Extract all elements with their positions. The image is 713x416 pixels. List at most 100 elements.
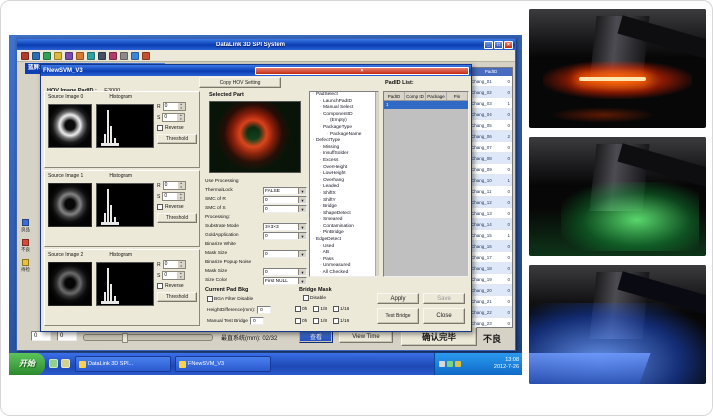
spinner-arrows-icon[interactable]: ▴▾ <box>178 103 185 110</box>
chevron-down-icon[interactable]: ▼ <box>298 188 306 194</box>
processing-dropdown[interactable]: 0 ▼ <box>263 250 307 258</box>
result-row[interactable]: Chang_09 0 <box>470 164 512 175</box>
result-row[interactable]: Chang_19 0 <box>470 274 512 285</box>
manual-test-field[interactable]: 0 <box>250 317 264 325</box>
result-row[interactable]: Chang_16 0 <box>470 241 512 252</box>
chevron-down-icon[interactable]: ▼ <box>298 251 306 257</box>
threshold-button[interactable]: Threshold <box>157 213 197 223</box>
result-row[interactable]: Chang_22 0 <box>470 307 512 318</box>
bridge-mask-checkbox[interactable] <box>295 318 301 324</box>
result-table-header[interactable]: PadID <box>470 68 512 76</box>
result-row[interactable]: Chang_13 0 <box>470 208 512 219</box>
reverse-checkbox[interactable] <box>157 125 163 131</box>
s-value[interactable]: 0 <box>163 272 177 279</box>
tray-icon[interactable] <box>455 361 461 367</box>
chevron-down-icon[interactable]: ▼ <box>298 278 306 284</box>
result-row[interactable]: Chang_07 0 <box>470 142 512 153</box>
spinner-arrows-icon[interactable]: ▴▾ <box>177 272 184 279</box>
taskbar-button[interactable]: FNewSVM_V3 <box>175 356 271 372</box>
reverse-checkbox-row[interactable]: Reverse <box>157 283 199 289</box>
reverse-checkbox[interactable] <box>157 204 163 210</box>
toolbar-icon[interactable] <box>43 52 51 60</box>
toolbar-icon[interactable] <box>98 52 106 60</box>
tree-item[interactable]: ShiftX <box>310 191 378 198</box>
result-row[interactable]: Chang_11 0 <box>470 186 512 197</box>
reverse-checkbox-row[interactable]: Reverse <box>157 125 199 131</box>
s-spinner[interactable]: 0 ▴▾ <box>162 271 185 280</box>
toolbar-icon[interactable] <box>21 52 29 60</box>
spinner-arrows-icon[interactable]: ▴▾ <box>178 182 185 189</box>
r-spinner[interactable]: 0 ▴▾ <box>163 260 186 269</box>
bga-filter-checkbox[interactable] <box>207 296 213 302</box>
taskbar-button[interactable]: DataLink 3D SPI... <box>75 356 171 372</box>
s-value[interactable]: 0 <box>163 114 177 121</box>
chevron-down-icon[interactable]: ▼ <box>298 233 306 239</box>
bridge-mask-option[interactable]: 0h <box>295 306 307 312</box>
threshold-button[interactable]: Threshold <box>157 292 197 302</box>
pad-table-header-cell[interactable]: Pin <box>447 92 468 100</box>
clock[interactable]: 13:08 2012-7-26 <box>494 357 519 371</box>
spinner-arrows-icon[interactable]: ▴▾ <box>177 193 184 200</box>
result-row[interactable]: Chang_08 0 <box>470 153 512 164</box>
toolbar-icon[interactable] <box>142 52 150 60</box>
s-spinner[interactable]: 0 ▴▾ <box>162 192 185 201</box>
slider-thumb[interactable] <box>122 333 128 343</box>
chevron-down-icon[interactable]: ▼ <box>298 197 306 203</box>
tray-icon[interactable] <box>447 361 453 367</box>
r-value[interactable]: 0 <box>164 182 178 189</box>
result-row[interactable]: Chang_12 0 <box>470 197 512 208</box>
copy-hov-setting-button[interactable]: Copy HOV Setting <box>199 77 281 88</box>
test-bridge-button[interactable]: Test Bridge <box>377 308 419 324</box>
processing-dropdown[interactable]: FALSE ▼ <box>263 187 307 195</box>
tree-item[interactable]: All Checked <box>310 270 378 277</box>
bridge-mask-option[interactable]: 0h <box>295 318 307 324</box>
result-row[interactable]: Chang_02 0 <box>470 87 512 98</box>
save-button[interactable]: Save <box>423 293 465 304</box>
tree-item[interactable]: DefectType <box>310 138 378 145</box>
tree-item[interactable]: Manual Select <box>310 105 378 112</box>
status-field-2[interactable]: 0 <box>57 331 77 341</box>
quick-launch-icon[interactable] <box>61 359 70 368</box>
quick-launch-icon[interactable] <box>49 359 58 368</box>
s-spinner[interactable]: 0 ▴▾ <box>162 113 185 122</box>
dialog-titlebar[interactable]: FNewSVM_V3 × <box>41 65 471 76</box>
bridge-mask-checkbox[interactable] <box>313 306 319 312</box>
main-window-titlebar[interactable]: DataLink 3D SPI System _ □ × <box>17 39 515 50</box>
toolbar-icon[interactable] <box>87 52 95 60</box>
toolbar-icon[interactable] <box>131 52 139 60</box>
result-row[interactable]: Chang_15 1 <box>470 230 512 241</box>
tree-item[interactable]: EdgeDetect <box>310 237 378 244</box>
dialog-close-action-button[interactable]: Close <box>423 308 465 324</box>
selected-part-image[interactable] <box>209 101 301 173</box>
s-value[interactable]: 0 <box>163 193 177 200</box>
threshold-button[interactable]: Threshold <box>157 134 197 144</box>
spinner-arrows-icon[interactable]: ▴▾ <box>178 261 185 268</box>
source-image-thumbnail[interactable] <box>48 183 92 227</box>
result-row[interactable]: Chang_14 0 <box>470 219 512 230</box>
minimize-button[interactable]: _ <box>484 41 493 49</box>
result-row[interactable]: Chang_21 0 <box>470 296 512 307</box>
result-row[interactable]: Chang_05 0 <box>470 120 512 131</box>
bridge-disable-checkbox[interactable] <box>303 295 309 301</box>
reverse-checkbox[interactable] <box>157 283 163 289</box>
toolbar-icon[interactable] <box>120 52 128 60</box>
processing-dropdown[interactable]: 3×3×3 ▼ <box>263 223 307 231</box>
processing-dropdown[interactable]: 0 ▼ <box>263 196 307 204</box>
bridge-mask-option[interactable]: 1/16 <box>333 306 349 312</box>
pad-table-header-cell[interactable]: Package <box>426 92 447 100</box>
bridge-mask-checkbox[interactable] <box>295 306 301 312</box>
toolbar-icon[interactable] <box>54 52 62 60</box>
height-diff-field[interactable]: 0 <box>257 306 271 314</box>
result-row[interactable]: Chang_06 2 <box>470 131 512 142</box>
tree-scrollbar[interactable] <box>375 92 379 276</box>
tree-item[interactable]: InsuffSolder <box>310 151 378 158</box>
status-field-1[interactable]: 0 <box>31 331 51 341</box>
result-row[interactable]: Chang_03 1 <box>470 98 512 109</box>
bridge-mask-option[interactable]: 1/8 <box>313 306 327 312</box>
tray-icon[interactable] <box>439 361 445 367</box>
start-button[interactable]: 开始 <box>9 353 45 375</box>
bridge-disable-row[interactable]: Disable <box>303 295 326 301</box>
tree-item[interactable]: Leaded <box>310 184 378 191</box>
result-row[interactable]: Chang_18 0 <box>470 263 512 274</box>
result-row[interactable]: Chang_17 0 <box>470 252 512 263</box>
